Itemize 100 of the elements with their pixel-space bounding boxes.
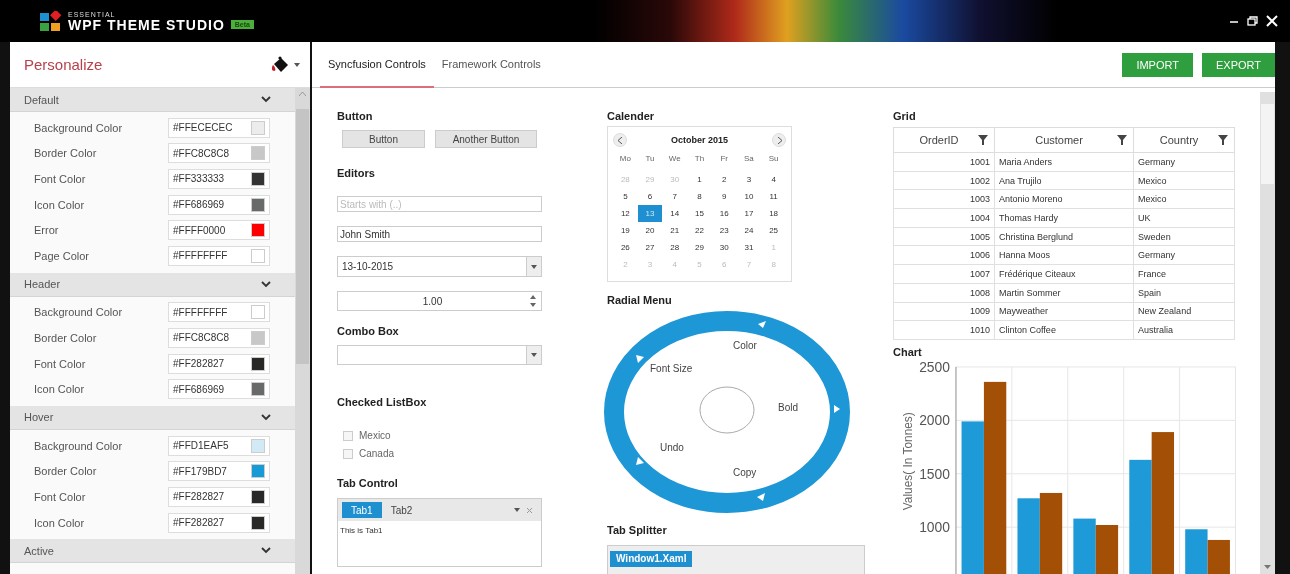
scroll-down-icon[interactable]: [1264, 565, 1271, 570]
paint-bucket-dropdown[interactable]: [270, 55, 300, 74]
calendar-day[interactable]: 10: [736, 188, 762, 205]
calendar-day[interactable]: 5: [613, 188, 638, 205]
demo-button[interactable]: Another Button: [435, 130, 537, 148]
calendar-day[interactable]: 1: [687, 171, 712, 188]
tab[interactable]: Tab1: [342, 502, 382, 518]
radial-menu-item[interactable]: Bold: [778, 402, 798, 414]
color-swatch[interactable]: [251, 356, 265, 371]
date-field[interactable]: 13-10-2015: [337, 256, 542, 277]
checkbox-label[interactable]: Canada: [359, 448, 395, 459]
calendar-day[interactable]: 18: [761, 205, 786, 222]
scrollbar[interactable]: [1260, 92, 1275, 574]
color-field[interactable]: #FF686969: [168, 379, 270, 400]
scroll-thumb[interactable]: [296, 109, 309, 364]
color-swatch[interactable]: [251, 305, 265, 320]
filter-icon[interactable]: [1218, 135, 1228, 145]
color-field[interactable]: #FFC8C8C8: [168, 143, 270, 164]
text-field[interactable]: John Smith: [337, 226, 542, 242]
radial-menu-item[interactable]: Font Size: [650, 363, 693, 375]
calendar-day[interactable]: 4: [761, 171, 786, 188]
calendar-day[interactable]: 19: [613, 222, 638, 239]
calendar-day[interactable]: 3: [736, 171, 762, 188]
color-swatch[interactable]: [251, 197, 265, 212]
calendar-day[interactable]: 8: [687, 188, 712, 205]
tab[interactable]: Framework Controls: [433, 41, 549, 88]
calendar-day[interactable]: 25: [761, 222, 786, 239]
scrollbar[interactable]: [295, 88, 310, 574]
checkbox-label[interactable]: Mexico: [359, 430, 391, 441]
color-field[interactable]: #FFFF0000: [168, 220, 270, 241]
text-field[interactable]: Starts with (..): [337, 196, 542, 212]
calendar-day[interactable]: 17: [736, 205, 762, 222]
color-field[interactable]: #FF333333: [168, 169, 270, 189]
color-field[interactable]: #FF686969: [168, 194, 270, 215]
previous-month-button[interactable]: [613, 133, 627, 147]
calendar-day[interactable]: 22: [687, 222, 712, 239]
tab[interactable]: Window1.Xaml: [610, 550, 693, 567]
filter-icon[interactable]: [1117, 135, 1128, 145]
demo-button[interactable]: Button: [342, 130, 425, 148]
checkbox[interactable]: [343, 430, 353, 441]
dropdown-button[interactable]: [526, 346, 541, 364]
color-field[interactable]: #FFECECEC: [168, 117, 270, 138]
radial-menu-item[interactable]: Color: [733, 340, 757, 352]
calendar-day[interactable]: 2: [711, 171, 737, 188]
calendar-day[interactable]: 29: [687, 239, 712, 256]
column-header[interactable]: OrderID: [893, 127, 995, 153]
color-field[interactable]: #FF179BD7: [168, 461, 270, 482]
dropdown-button[interactable]: [526, 257, 541, 276]
section-header[interactable]: Default: [10, 88, 295, 112]
color-swatch[interactable]: [251, 464, 265, 479]
calendar-day[interactable]: 24: [736, 222, 762, 239]
calendar-day[interactable]: 31: [736, 239, 762, 256]
calendar-day[interactable]: 23: [711, 222, 737, 239]
numeric-field[interactable]: 1.00: [337, 291, 542, 311]
restore-icon[interactable]: [1247, 16, 1258, 26]
next-month-button[interactable]: [772, 133, 786, 147]
filter-icon[interactable]: [978, 135, 988, 145]
calendar-day[interactable]: 28: [662, 239, 688, 256]
radial-menu-item[interactable]: Undo: [660, 442, 684, 454]
calendar-day[interactable]: 30: [711, 239, 737, 256]
spinner-icon[interactable]: [527, 293, 539, 309]
color-field[interactable]: #FFFFFFFF: [168, 302, 270, 323]
color-field[interactable]: #FFD1EAF5: [168, 435, 270, 456]
color-swatch[interactable]: [251, 515, 265, 530]
section-header[interactable]: Header: [10, 272, 295, 297]
radial-menu-item[interactable]: Copy: [733, 467, 757, 479]
color-swatch[interactable]: [251, 172, 265, 186]
color-field[interactable]: #FF282827: [168, 353, 270, 374]
calendar-day[interactable]: 21: [662, 222, 688, 239]
calendar-day[interactable]: 14: [662, 205, 688, 222]
calendar-day[interactable]: 27: [637, 239, 663, 256]
color-swatch[interactable]: [251, 223, 265, 238]
calendar-day[interactable]: 6: [637, 188, 663, 205]
calendar-day[interactable]: 20: [637, 222, 663, 239]
calendar-day[interactable]: 15: [687, 205, 712, 222]
color-swatch[interactable]: [251, 120, 265, 135]
color-swatch[interactable]: [251, 438, 265, 453]
color-field[interactable]: #FFC8C8C8: [168, 327, 270, 348]
color-swatch[interactable]: [251, 330, 265, 345]
calendar-day[interactable]: 12: [613, 205, 638, 222]
radial-menu-ring[interactable]: [604, 311, 850, 514]
scroll-thumb[interactable]: [1261, 104, 1274, 184]
checkbox[interactable]: [343, 448, 353, 459]
section-header[interactable]: Active: [10, 539, 295, 564]
calendar-day[interactable]: 7: [662, 188, 688, 205]
calendar-day[interactable]: 9: [711, 188, 737, 205]
calendar-day[interactable]: 26: [613, 239, 638, 256]
section-header[interactable]: Hover: [10, 405, 295, 430]
color-field[interactable]: #FF282827: [168, 486, 270, 507]
color-swatch[interactable]: [251, 382, 265, 397]
color-swatch[interactable]: [251, 489, 265, 504]
color-swatch[interactable]: [251, 248, 265, 263]
calendar-day[interactable]: 16: [711, 205, 737, 222]
calendar-day[interactable]: 11: [761, 188, 786, 205]
tab[interactable]: Syncfusion Controls: [320, 41, 434, 88]
color-swatch[interactable]: [251, 146, 265, 161]
color-field[interactable]: #FF282827: [168, 512, 270, 533]
color-field[interactable]: #FFFFFFFF: [168, 245, 270, 266]
column-header[interactable]: Customer: [994, 127, 1134, 153]
column-header[interactable]: Country: [1133, 127, 1235, 153]
